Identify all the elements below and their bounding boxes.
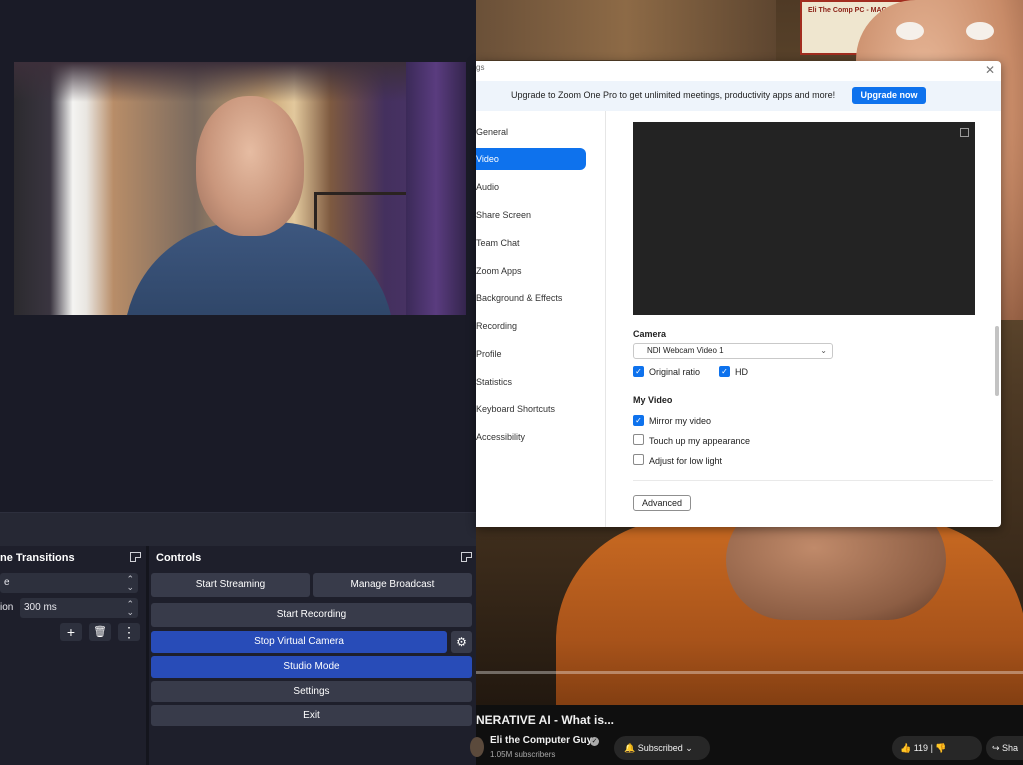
- virtual-camera-settings-button[interactable]: ⚙: [451, 631, 472, 653]
- sidebar-item-background-effects[interactable]: Background & Effects: [476, 287, 586, 309]
- settings-scrollbar[interactable]: [995, 326, 999, 396]
- webcam-curtain: [406, 62, 466, 315]
- subscriber-count: 1.05M subscribers: [490, 750, 556, 759]
- touch-up-label: Touch up my appearance: [649, 436, 751, 446]
- advanced-button[interactable]: Advanced: [633, 495, 691, 511]
- more-vertical-icon: ⋮: [122, 624, 136, 640]
- share-button[interactable]: ↪ Sha: [986, 736, 1023, 760]
- webcam-person-head: [196, 96, 304, 236]
- mirror-video-label: Mirror my video: [649, 416, 712, 426]
- sidebar-item-team-chat[interactable]: Team Chat: [476, 232, 586, 254]
- thumbs-up-icon: 👍: [900, 743, 914, 753]
- obs-window: ne Transitions e ⌃ ⌄ ion 300 ms ⌃ ⌄ + 🗑 ⋮ …: [0, 0, 476, 765]
- upgrade-banner: Upgrade to Zoom One Pro to get unlimited…: [476, 81, 1001, 111]
- transition-properties-button[interactable]: ⋮: [118, 623, 140, 641]
- sidebar-item-profile[interactable]: Profile: [476, 343, 586, 365]
- chevron-down-icon: ⌄: [820, 346, 827, 355]
- sidebar-item-video[interactable]: Video: [476, 148, 586, 170]
- share-label: Sha: [1002, 743, 1019, 753]
- video-shelf-background: [476, 0, 776, 60]
- undock-icon[interactable]: [461, 552, 472, 562]
- popout-icon[interactable]: [960, 128, 969, 137]
- settings-sidebar: General Video Audio Share Screen Team Ch…: [476, 111, 606, 527]
- subscribed-label: Subscribed: [637, 743, 683, 753]
- sidebar-item-keyboard-shortcuts[interactable]: Keyboard Shortcuts: [476, 398, 586, 420]
- gear-icon: ⚙: [456, 635, 467, 649]
- undock-icon[interactable]: [130, 552, 141, 562]
- duration-value: 300 ms: [24, 602, 57, 613]
- plus-icon: +: [66, 624, 76, 640]
- start-recording-button[interactable]: Start Recording: [151, 603, 472, 627]
- channel-name[interactable]: Eli the Computer Guy: [490, 735, 592, 746]
- video-title[interactable]: NERATIVE AI - What is...: [476, 713, 614, 727]
- sidebar-item-accessibility[interactable]: Accessibility: [476, 426, 586, 448]
- divider: [633, 480, 993, 481]
- sidebar-item-zoom-apps[interactable]: Zoom Apps: [476, 260, 586, 282]
- manage-broadcast-button[interactable]: Manage Broadcast: [313, 573, 472, 597]
- controls-title: Controls: [156, 552, 202, 564]
- start-streaming-button[interactable]: Start Streaming: [151, 573, 310, 597]
- trash-icon: 🗑: [93, 626, 107, 638]
- original-ratio-label: Original ratio: [649, 367, 701, 377]
- scene-transitions-title: ne Transitions: [0, 552, 75, 564]
- like-button[interactable]: 👍 119 | 👎: [892, 736, 982, 760]
- zoom-settings-dialog: gs ✕ Upgrade to Zoom One Pro to get unli…: [476, 61, 1001, 527]
- add-transition-button[interactable]: +: [60, 623, 82, 641]
- low-light-checkbox[interactable]: [633, 454, 644, 465]
- sidebar-item-statistics[interactable]: Statistics: [476, 371, 586, 393]
- duration-spinbox[interactable]: 300 ms ⌃ ⌄: [20, 598, 138, 618]
- sidebar-item-audio[interactable]: Audio: [476, 176, 586, 198]
- spin-arrows-icon[interactable]: ⌃ ⌄: [126, 600, 134, 617]
- camera-heading: Camera: [633, 329, 667, 339]
- exit-button[interactable]: Exit: [151, 705, 472, 726]
- presenter-eye: [966, 22, 994, 40]
- subscribed-button[interactable]: 🔔 Subscribed ⌄: [614, 736, 710, 760]
- sidebar-item-share-screen[interactable]: Share Screen: [476, 204, 586, 226]
- thumbs-down-icon[interactable]: | 👎: [928, 743, 947, 753]
- presenter-eye: [896, 22, 924, 40]
- video-preview: [633, 122, 975, 315]
- like-count: 119: [913, 743, 929, 753]
- hd-label: HD: [735, 367, 748, 377]
- sidebar-item-general[interactable]: General: [476, 121, 586, 143]
- transition-select[interactable]: e ⌃ ⌄: [0, 573, 138, 593]
- hd-checkbox[interactable]: ✓: [719, 366, 730, 377]
- obs-preview-canvas[interactable]: [0, 0, 476, 512]
- upgrade-now-button[interactable]: Upgrade now: [852, 87, 926, 104]
- camera-select[interactable]: NDI Webcam Video 1 ⌄: [633, 343, 833, 359]
- remove-transition-button[interactable]: 🗑: [89, 623, 111, 641]
- verified-check-icon: ✓: [590, 737, 599, 746]
- studio-mode-button[interactable]: Studio Mode: [151, 656, 472, 678]
- obs-dock-divider: [0, 512, 476, 546]
- duration-label: ion: [0, 602, 14, 613]
- bell-icon: 🔔: [624, 743, 638, 753]
- low-light-label: Adjust for low light: [649, 456, 723, 466]
- transition-select-value: e: [4, 577, 10, 588]
- chevron-down-icon: ⌄: [682, 743, 693, 753]
- video-progress-bar[interactable]: [476, 671, 1023, 674]
- camera-select-value: NDI Webcam Video 1: [647, 346, 724, 355]
- channel-avatar[interactable]: [470, 737, 484, 757]
- dialog-title: gs: [476, 63, 485, 72]
- original-ratio-checkbox[interactable]: ✓: [633, 366, 644, 377]
- spin-arrows-icon: ⌃ ⌄: [126, 574, 134, 592]
- sidebar-item-recording[interactable]: Recording: [476, 315, 586, 337]
- my-video-heading: My Video: [633, 395, 673, 405]
- settings-button[interactable]: Settings: [151, 681, 472, 702]
- webcam-preview-image: [14, 62, 466, 315]
- touch-up-checkbox[interactable]: [633, 434, 644, 445]
- share-arrow-icon: ↪: [992, 743, 1003, 753]
- stop-virtual-camera-button[interactable]: Stop Virtual Camera: [151, 631, 447, 653]
- close-icon[interactable]: ✕: [985, 63, 995, 77]
- upgrade-banner-text: Upgrade to Zoom One Pro to get unlimited…: [511, 90, 836, 100]
- mirror-video-checkbox[interactable]: ✓: [633, 415, 644, 426]
